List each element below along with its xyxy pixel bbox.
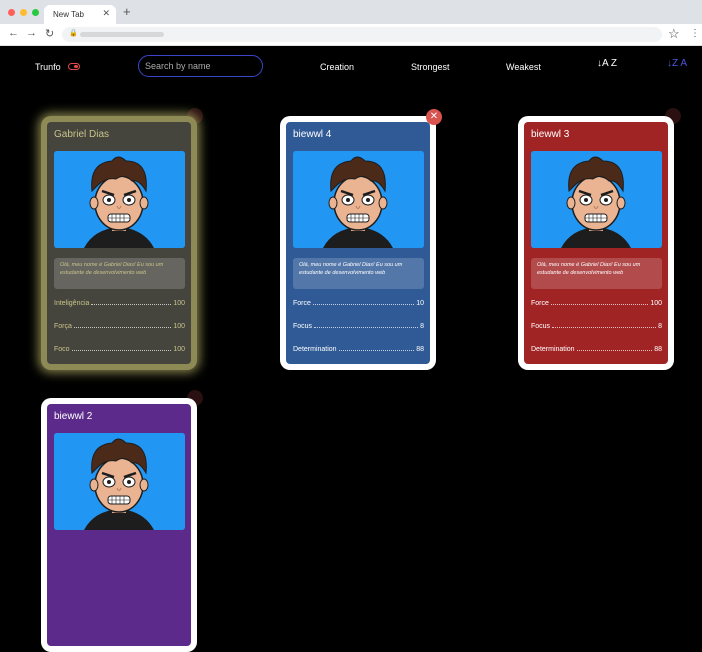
- card-face: biewwl 3 Olá, meu nome é Gabriel Dias! E…: [524, 122, 668, 364]
- card-description: Olá, meu nome é Gabriel Dias! Eu sou um …: [54, 258, 185, 289]
- tab-title: New Tab: [53, 10, 84, 19]
- address-bar[interactable]: 🔒: [62, 27, 662, 42]
- card-attribute: Focus 8: [293, 323, 424, 330]
- card-face: biewwl 4 Olá, meu nome é Gabriel Dias! E…: [286, 122, 430, 364]
- card-name: biewwl 3: [531, 129, 570, 140]
- back-icon[interactable]: ←: [8, 27, 19, 39]
- card-face: biewwl 2: [47, 404, 191, 646]
- sort-creation-link[interactable]: Creation: [320, 62, 354, 72]
- bookmark-star-icon[interactable]: ☆: [668, 26, 680, 42]
- browser-menu-icon[interactable]: ⋮: [690, 28, 700, 39]
- tab-close-icon[interactable]: ✕: [102, 8, 110, 19]
- attr-value: 100: [650, 300, 662, 307]
- delete-card-button[interactable]: ✕: [426, 109, 442, 125]
- attr-label: Focus: [293, 323, 313, 330]
- attr-label: Força: [54, 323, 72, 330]
- attr-value: 100: [173, 323, 185, 330]
- card-image: [531, 151, 662, 248]
- attr-value: 100: [173, 300, 185, 307]
- attr-value: 8: [420, 323, 424, 330]
- app-navbar: Trunfo Creation Strongest Weakest ↓A Z ↓…: [0, 46, 702, 86]
- card-attribute: Determination 88: [531, 346, 662, 353]
- trunfo-filter-label: Trunfo: [35, 62, 61, 72]
- card-name: biewwl 2: [54, 411, 93, 422]
- new-tab-button[interactable]: +: [123, 4, 131, 19]
- card-image: [54, 151, 185, 248]
- sort-alpha-desc-icon[interactable]: ↓Z A: [667, 58, 687, 69]
- maximize-window-button[interactable]: [32, 9, 39, 16]
- address-text: [80, 32, 164, 37]
- window-controls: [8, 9, 39, 16]
- browser-tab[interactable]: New Tab ✕: [44, 5, 116, 24]
- search-input[interactable]: [138, 55, 263, 77]
- card-image: [54, 433, 185, 530]
- minimize-window-button[interactable]: [20, 9, 27, 16]
- card-attribute: Force 100: [531, 300, 662, 307]
- card-attribute: Determination 88: [293, 346, 424, 353]
- attr-value: 100: [173, 346, 185, 353]
- card-attribute: Foco 100: [54, 346, 185, 353]
- card-gabriel-dias[interactable]: Gabriel Dias Olá, meu nome é Gabriel Dia…: [41, 116, 197, 370]
- attr-value: 88: [416, 346, 424, 353]
- card-biewwl-3[interactable]: biewwl 3 Olá, meu nome é Gabriel Dias! E…: [518, 116, 674, 370]
- card-name: biewwl 4: [293, 129, 332, 140]
- card-name: Gabriel Dias: [54, 129, 110, 140]
- card-attribute: Force 10: [293, 300, 424, 307]
- forward-icon[interactable]: →: [26, 27, 37, 39]
- sort-strongest-link[interactable]: Strongest: [411, 62, 450, 72]
- card-description: Olá, meu nome é Gabriel Dias! Eu sou um …: [293, 258, 424, 289]
- reload-icon[interactable]: ↻: [45, 27, 54, 40]
- trunfo-toggle[interactable]: [68, 63, 80, 70]
- attr-label: Force: [531, 300, 549, 307]
- card-image: [293, 151, 424, 248]
- card-face: Gabriel Dias Olá, meu nome é Gabriel Dia…: [47, 122, 191, 364]
- card-biewwl-2[interactable]: biewwl 2: [41, 398, 197, 652]
- attr-label: Force: [293, 300, 311, 307]
- attr-label: Determination: [531, 346, 575, 353]
- attr-label: Determination: [293, 346, 337, 353]
- attr-label: Inteligência: [54, 300, 90, 307]
- attr-value: 8: [658, 323, 662, 330]
- card-biewwl-4[interactable]: biewwl 4 Olá, meu nome é Gabriel Dias! E…: [280, 116, 436, 370]
- card-attribute: Inteligência 100: [54, 300, 185, 307]
- attr-label: Foco: [54, 346, 70, 353]
- browser-tab-strip: New Tab ✕ +: [0, 0, 702, 24]
- attr-label: Focus: [531, 323, 551, 330]
- attr-value: 88: [654, 346, 662, 353]
- browser-toolbar: ← → ↻ 🔒 ☆ ⋮: [0, 24, 702, 46]
- card-description: Olá, meu nome é Gabriel Dias! Eu sou um …: [531, 258, 662, 289]
- card-attribute: Focus 8: [531, 323, 662, 330]
- sort-weakest-link[interactable]: Weakest: [506, 62, 541, 72]
- attr-value: 10: [416, 300, 424, 307]
- sort-alpha-asc-icon[interactable]: ↓A Z: [597, 58, 617, 69]
- close-window-button[interactable]: [8, 9, 15, 16]
- card-attribute: Força 100: [54, 323, 185, 330]
- lock-icon: 🔒: [69, 30, 78, 37]
